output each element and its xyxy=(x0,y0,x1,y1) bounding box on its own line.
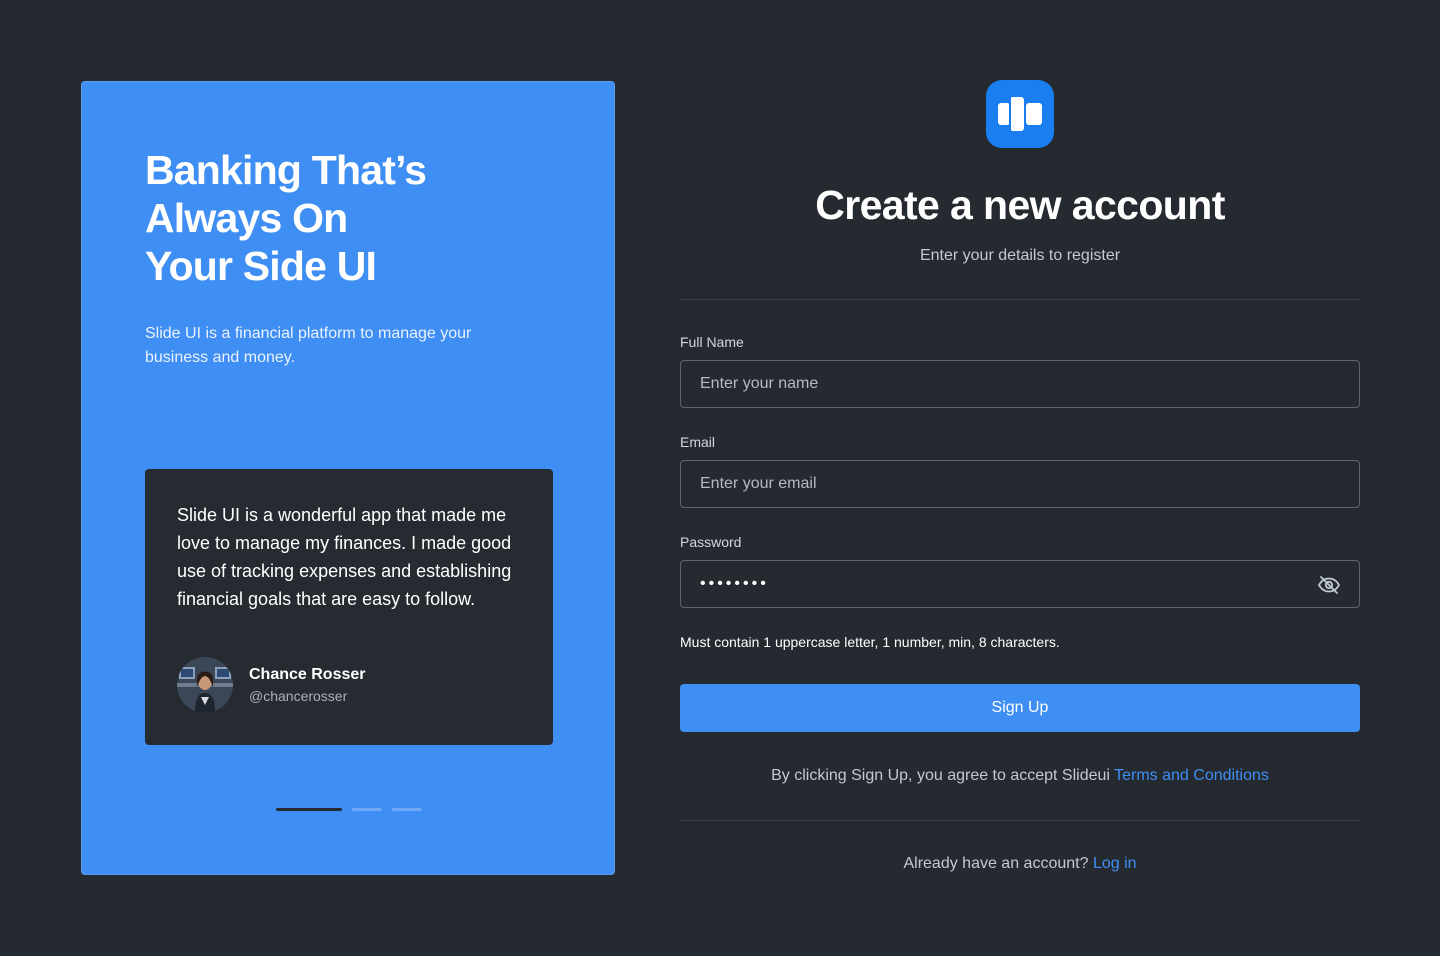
carousel-dot[interactable] xyxy=(352,808,382,811)
testimonial-quote: Slide UI is a wonderful app that made me… xyxy=(177,505,512,609)
email-field xyxy=(680,460,1360,508)
slide-ui-logo-icon xyxy=(986,80,1054,148)
login-link[interactable]: Log in xyxy=(1093,855,1137,872)
author-handle: @chancerosser xyxy=(249,688,348,704)
page-title: Create a new account xyxy=(815,182,1225,228)
author-info: Chance Rosser @chancerosser xyxy=(249,664,366,706)
divider xyxy=(680,299,1360,300)
sign-up-button[interactable]: Sign Up xyxy=(680,684,1360,732)
testimonial-card: Slide UI is a wonderful app that made me… xyxy=(145,469,553,745)
terms-link[interactable]: Terms and Conditions xyxy=(1114,767,1269,784)
promo-heading-line: Banking That’s xyxy=(145,147,427,193)
promo-heading-line: Your Side UI xyxy=(145,243,377,289)
promo-heading-line: Always On xyxy=(145,195,348,241)
email-label: Email xyxy=(680,434,716,450)
promo-description: Slide UI is a financial platform to mana… xyxy=(145,325,472,366)
promo-heading: Banking That’s Always On Your Side UI xyxy=(145,146,427,290)
promo-panel: Banking That’s Always On Your Side UI Sl… xyxy=(81,81,615,875)
terms-text: By clicking Sign Up, you agree to accept… xyxy=(771,767,1110,784)
author-name: Chance Rosser xyxy=(249,666,366,683)
eye-off-icon[interactable] xyxy=(1317,573,1341,597)
password-input[interactable] xyxy=(681,561,1359,607)
password-label: Password xyxy=(680,534,742,550)
full-name-field xyxy=(680,360,1360,408)
carousel-indicator xyxy=(276,808,422,811)
divider xyxy=(680,820,1360,821)
testimonial-author: Chance Rosser @chancerosser xyxy=(177,657,366,713)
terms-notice: By clicking Sign Up, you agree to accept… xyxy=(680,765,1360,787)
full-name-label: Full Name xyxy=(680,334,744,350)
carousel-dot[interactable] xyxy=(392,808,422,811)
password-hint: Must contain 1 uppercase letter, 1 numbe… xyxy=(680,634,1060,650)
login-text: Already have an account? xyxy=(903,855,1089,872)
email-input[interactable] xyxy=(681,461,1359,507)
carousel-dot-active[interactable] xyxy=(276,808,342,811)
avatar xyxy=(177,657,233,713)
full-name-input[interactable] xyxy=(681,361,1359,407)
page-subtitle: Enter your details to register xyxy=(919,247,1121,264)
login-prompt: Already have an account? Log in xyxy=(680,853,1360,875)
password-field xyxy=(680,560,1360,608)
